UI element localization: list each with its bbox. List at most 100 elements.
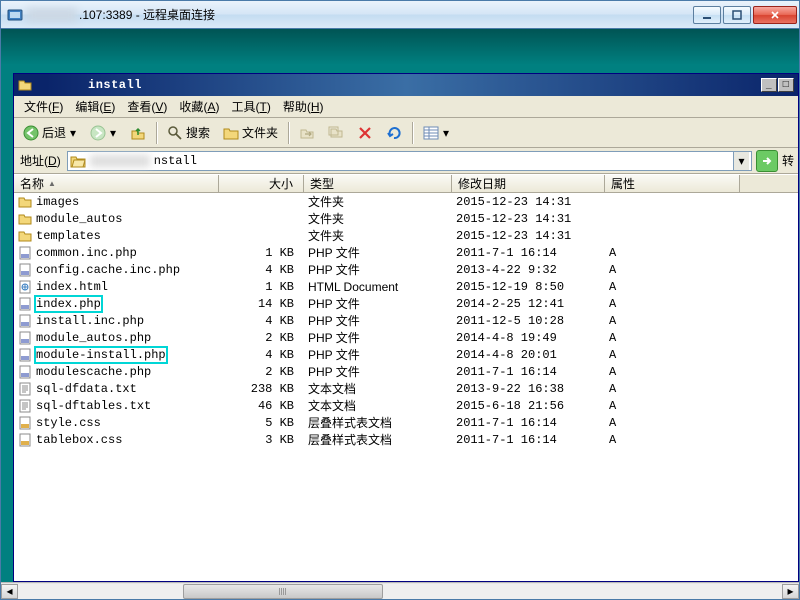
file-row[interactable]: module_autos文件夹2015-12-23 14:31 xyxy=(14,210,798,227)
menu-edit[interactable]: 编辑(E) xyxy=(69,96,121,117)
listview[interactable]: 名称▲ 大小 类型 修改日期 属性 images文件夹2015-12-23 14… xyxy=(14,174,798,581)
file-date: 2013-9-22 16:38 xyxy=(452,382,605,396)
file-size: 14 KB xyxy=(219,297,304,311)
file-type: 文件夹 xyxy=(304,210,452,227)
address-dropdown-button[interactable]: ▾ xyxy=(733,152,749,170)
folders-icon xyxy=(223,125,239,141)
rdp-title: .107:3389 - 远程桌面连接 xyxy=(79,6,691,23)
file-row[interactable]: common.inc.php1 KBPHP 文件2011-7-1 16:14A xyxy=(14,244,798,261)
views-button[interactable]: ▾ xyxy=(418,121,455,145)
folder-icon xyxy=(18,78,32,92)
file-date: 2011-7-1 16:14 xyxy=(452,433,605,447)
scrollbar-track[interactable] xyxy=(18,584,782,599)
minimize-button[interactable] xyxy=(693,6,721,24)
rdp-title-obscured xyxy=(27,8,77,22)
horizontal-scrollbar[interactable]: ◂ ▸ xyxy=(1,582,799,599)
column-header-date[interactable]: 修改日期 xyxy=(452,175,605,192)
menubar: 文件(F) 编辑(E) 查看(V) 收藏(A) 工具(T) 帮助(H) xyxy=(14,96,798,118)
column-header-size[interactable]: 大小 xyxy=(219,175,304,192)
file-type: 文件夹 xyxy=(304,193,452,210)
window-controls xyxy=(691,6,797,24)
maximize-button[interactable] xyxy=(723,6,751,24)
column-header-attr[interactable]: 属性 xyxy=(605,175,740,192)
file-row[interactable]: install.inc.php4 KBPHP 文件2011-12-5 10:28… xyxy=(14,312,798,329)
file-row[interactable]: module_autos.php2 KBPHP 文件2014-4-8 19:49… xyxy=(14,329,798,346)
listview-body: images文件夹2015-12-23 14:31module_autos文件夹… xyxy=(14,193,798,448)
search-button[interactable]: 搜索 xyxy=(162,121,215,145)
file-row[interactable]: modulescache.php2 KBPHP 文件2011-7-1 16:14… xyxy=(14,363,798,380)
delete-button[interactable] xyxy=(352,121,378,145)
file-date: 2011-7-1 16:14 xyxy=(452,365,605,379)
folders-button[interactable]: 文件夹 xyxy=(218,121,283,145)
file-attr: A xyxy=(605,280,740,294)
file-row[interactable]: sql-dftables.txt46 KB文本文档2015-6-18 21:56… xyxy=(14,397,798,414)
scrollbar-thumb[interactable] xyxy=(183,584,383,599)
explorer-titlebar[interactable]: install _ □ xyxy=(14,74,798,96)
toolbar-separator xyxy=(412,122,413,144)
menu-file[interactable]: 文件(F) xyxy=(18,96,69,117)
css-icon xyxy=(18,433,32,447)
undo-button[interactable] xyxy=(381,121,407,145)
file-name: install.inc.php xyxy=(36,314,144,328)
forward-button[interactable]: ▾ xyxy=(85,121,122,145)
file-size: 1 KB xyxy=(219,246,304,260)
column-header-type[interactable]: 类型 xyxy=(304,175,452,192)
file-row[interactable]: images文件夹2015-12-23 14:31 xyxy=(14,193,798,210)
search-label: 搜索 xyxy=(186,124,210,141)
addressbar: 地址(D) nstall ▾ 转 xyxy=(14,148,798,174)
txt-icon xyxy=(18,382,32,396)
file-attr: A xyxy=(605,314,740,328)
address-input[interactable]: nstall ▾ xyxy=(67,151,752,171)
scroll-right-button[interactable]: ▸ xyxy=(782,584,799,599)
move-to-button[interactable] xyxy=(294,121,320,145)
explorer-window: install _ □ 文件(F) 编辑(E) 查看(V) 收藏(A) 工具(T… xyxy=(13,73,799,582)
menu-view[interactable]: 查看(V) xyxy=(121,96,173,117)
php-icon xyxy=(18,297,32,311)
address-label: 地址(D) xyxy=(18,152,63,169)
back-button[interactable]: 后退 ▾ xyxy=(18,121,82,145)
go-button[interactable] xyxy=(756,150,778,172)
file-date: 2015-6-18 21:56 xyxy=(452,399,605,413)
menu-help[interactable]: 帮助(H) xyxy=(277,96,330,117)
file-name: sql-dfdata.txt xyxy=(36,382,137,396)
file-row[interactable]: style.css5 KB层叠样式表文档2011-7-1 16:14A xyxy=(14,414,798,431)
html-icon xyxy=(18,280,32,294)
file-attr: A xyxy=(605,246,740,260)
file-row[interactable]: index.html1 KBHTML Document2015-12-19 8:… xyxy=(14,278,798,295)
rdp-titlebar[interactable]: .107:3389 - 远程桌面连接 xyxy=(1,1,799,29)
file-attr: A xyxy=(605,297,740,311)
copy-to-button[interactable] xyxy=(323,121,349,145)
file-type: PHP 文件 xyxy=(304,312,452,329)
file-type: 层叠样式表文档 xyxy=(304,414,452,431)
chevron-down-icon: ▾ xyxy=(442,126,450,140)
file-size: 4 KB xyxy=(219,314,304,328)
folders-label: 文件夹 xyxy=(242,124,278,141)
close-button[interactable] xyxy=(753,6,797,24)
folder-icon xyxy=(18,229,32,243)
file-type: 文件夹 xyxy=(304,227,452,244)
chevron-down-icon: ▾ xyxy=(69,126,77,140)
scroll-left-button[interactable]: ◂ xyxy=(1,584,18,599)
file-type: 文本文档 xyxy=(304,397,452,414)
file-name: tablebox.css xyxy=(36,433,122,447)
explorer-maximize-button[interactable]: □ xyxy=(778,78,794,92)
column-header-name[interactable]: 名称▲ xyxy=(14,175,219,192)
file-type: HTML Document xyxy=(304,280,452,294)
up-button[interactable] xyxy=(125,121,151,145)
menu-tools[interactable]: 工具(T) xyxy=(225,96,276,117)
explorer-minimize-button[interactable]: _ xyxy=(761,78,777,92)
back-label: 后退 xyxy=(42,124,66,141)
file-row[interactable]: sql-dfdata.txt238 KB文本文档2013-9-22 16:38A xyxy=(14,380,798,397)
file-row[interactable]: config.cache.inc.php4 KBPHP 文件2013-4-22 … xyxy=(14,261,798,278)
file-row[interactable]: module-install.php4 KBPHP 文件2014-4-8 20:… xyxy=(14,346,798,363)
php-icon xyxy=(18,246,32,260)
file-name: common.inc.php xyxy=(36,246,137,260)
file-date: 2011-7-1 16:14 xyxy=(452,416,605,430)
folder-open-icon xyxy=(70,153,86,169)
file-row[interactable]: templates文件夹2015-12-23 14:31 xyxy=(14,227,798,244)
forward-icon xyxy=(90,125,106,141)
file-row[interactable]: index.php14 KBPHP 文件2014-2-25 12:41A xyxy=(14,295,798,312)
folder-icon xyxy=(18,212,32,226)
file-row[interactable]: tablebox.css3 KB层叠样式表文档2011-7-1 16:14A xyxy=(14,431,798,448)
menu-favorites[interactable]: 收藏(A) xyxy=(173,96,225,117)
